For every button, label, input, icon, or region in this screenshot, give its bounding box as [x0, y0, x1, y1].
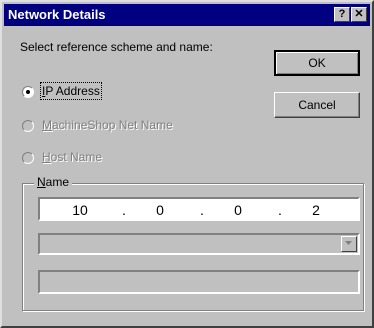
radio-ip-address-label[interactable]: IP Address [40, 82, 102, 100]
help-button[interactable]: ? [334, 7, 350, 22]
ip-dot-separator: . [200, 202, 204, 218]
title-bar[interactable]: Network Details ? ✕ [4, 4, 370, 26]
ip-octet-1[interactable]: 10 [60, 202, 100, 218]
ip-dot-separator: . [278, 202, 282, 218]
close-button[interactable]: ✕ [351, 7, 367, 22]
chevron-down-icon [345, 241, 352, 245]
radio-ip-address[interactable] [22, 86, 34, 98]
ok-button[interactable]: OK [274, 50, 360, 76]
accelerator-key: N [37, 175, 46, 189]
ip-dot-separator: . [122, 202, 126, 218]
prompt-label: Select reference scheme and name: [20, 40, 213, 54]
accelerator-key: M [42, 118, 52, 132]
network-details-dialog: Network Details ? ✕ Select reference sch… [0, 0, 374, 328]
ip-octet-4[interactable]: 2 [296, 202, 336, 218]
radio-selected-dot [26, 90, 30, 94]
cancel-button[interactable]: Cancel [274, 92, 360, 118]
label-text: ost Name [50, 150, 103, 164]
radio-machineshop-net-name-label[interactable]: MachineShop Net Name [42, 118, 173, 132]
radio-machineshop-net-name[interactable] [22, 120, 34, 132]
name-group-label: Name [34, 175, 73, 189]
accelerator-key: H [42, 150, 51, 164]
ip-address-field[interactable]: 10 . 0 . 0 . 2 [38, 197, 360, 221]
dropdown-button[interactable] [341, 236, 357, 252]
name-combo-box[interactable] [38, 233, 360, 255]
label-text: P Address [45, 84, 100, 98]
name-text-field[interactable] [38, 270, 360, 294]
window-title: Network Details [8, 7, 106, 22]
label-text: ame [45, 175, 70, 189]
ip-octet-3[interactable]: 0 [218, 202, 258, 218]
ip-octet-2[interactable]: 0 [140, 202, 180, 218]
radio-host-name[interactable] [22, 152, 34, 164]
radio-host-name-label[interactable]: Host Name [42, 150, 102, 164]
label-text: achineShop Net Name [52, 118, 173, 132]
